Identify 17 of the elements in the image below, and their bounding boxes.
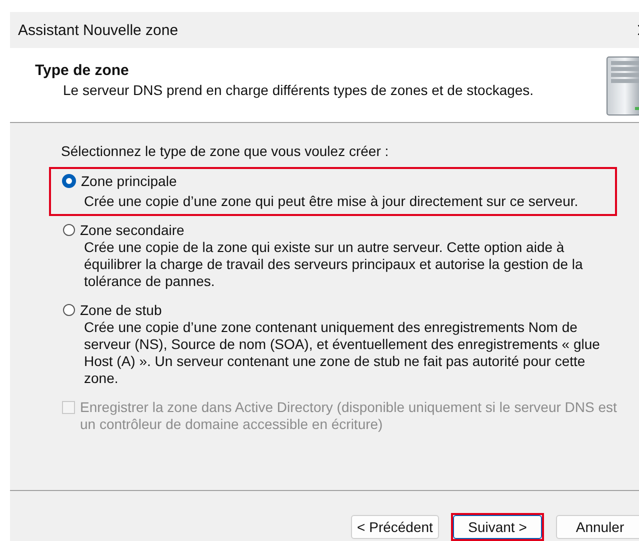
- checkbox-label: Enregistrer la zone dans Active Directory (disponible uniquement si le serveur DNS est un contrôleur de domaine accessible en écriture): [80, 399, 618, 433]
- option-description: Crée une copie d’une zone qui peut être mise à jour directement sur ce serveur.: [84, 193, 580, 210]
- option-label[interactable]: Zone secondaire: [80, 222, 184, 238]
- page-title: Type de zone: [35, 62, 130, 79]
- prompt-label: Sélectionnez le type de zone que vous voulez créer :: [61, 143, 390, 159]
- option-description: Crée une copie de la zone qui existe sur un autre serveur. Cette option aide à équilibrer la charge de travail des serveurs principaux et autorise la gestion de la tolérance de pannes.: [84, 239, 584, 290]
- dialog-button[interactable]: Suivant >: [453, 515, 542, 539]
- dialog-button[interactable]: Annuler: [556, 515, 639, 539]
- radio-button[interactable]: [63, 304, 75, 316]
- window-title: Assistant Nouvelle zone: [18, 22, 178, 38]
- radio-button[interactable]: [63, 224, 75, 236]
- dialog-button[interactable]: < Précédent: [351, 515, 439, 539]
- option-label[interactable]: Zone principale: [81, 173, 177, 189]
- option-label[interactable]: Zone de stub: [80, 302, 162, 318]
- radio-button[interactable]: [62, 174, 76, 188]
- page-subtitle: Le serveur DNS prend en charge différents types de zones et de stockages.: [63, 82, 534, 98]
- option-description: Crée une copie d’une zone contenant uniquement des enregistrements Nom de serveur (NS), Source de nom (SOA), et éventuellement des enregistrements « glue Host (A) ». Un serveur contenant une zone de stub ne fait pas autorité pour cette zone.: [84, 319, 601, 387]
